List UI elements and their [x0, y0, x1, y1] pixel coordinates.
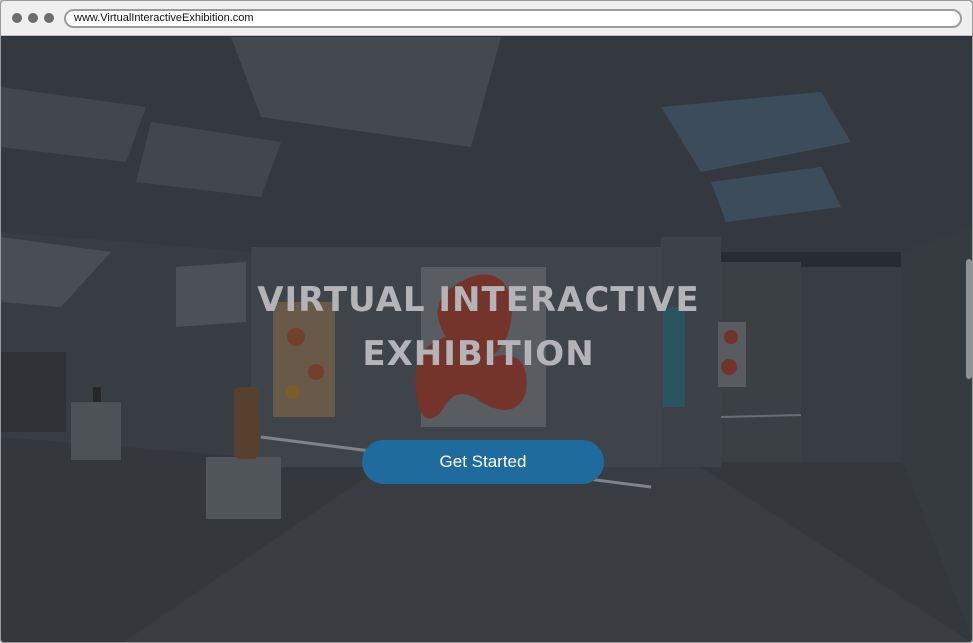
- close-window-dot-icon[interactable]: [12, 13, 22, 23]
- address-bar[interactable]: www.VirtualInteractiveExhibition.com: [64, 9, 962, 28]
- hero-title: VIRTUAL INTERACTIVE EXHIBITION: [257, 280, 700, 374]
- browser-window: www.VirtualInteractiveExhibition.com VIR…: [0, 0, 973, 643]
- window-controls: [12, 13, 54, 23]
- page-scrollbar[interactable]: [966, 259, 972, 379]
- browser-toolbar: www.VirtualInteractiveExhibition.com: [1, 1, 972, 36]
- minimize-window-dot-icon[interactable]: [28, 13, 38, 23]
- page-viewport: VIRTUAL INTERACTIVE EXHIBITION Get Start…: [1, 37, 972, 642]
- maximize-window-dot-icon[interactable]: [44, 13, 54, 23]
- get-started-button[interactable]: Get Started: [362, 440, 604, 484]
